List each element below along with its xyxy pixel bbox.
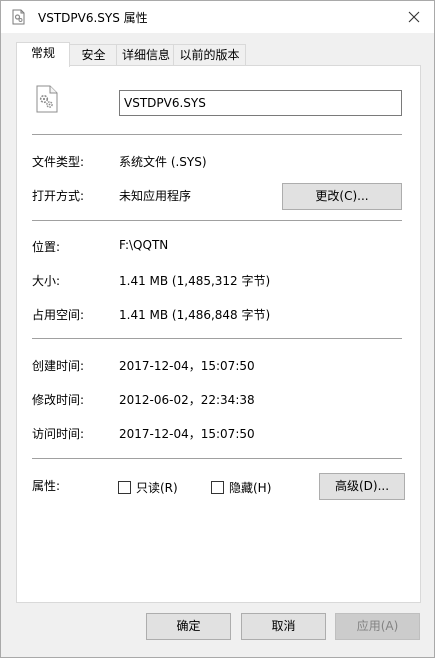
title-bar: VSTDPV6.SYS 属性 — [1, 1, 434, 33]
cancel-button[interactable]: 取消 — [241, 613, 326, 640]
system-file-icon — [12, 9, 25, 25]
file-type-value: 系统文件 (.SYS) — [119, 155, 207, 169]
ok-button[interactable]: 确定 — [146, 613, 231, 640]
close-button[interactable] — [394, 1, 434, 33]
apply-button[interactable]: 应用(A) — [335, 613, 420, 640]
readonly-checkbox[interactable]: 只读(R) — [118, 479, 178, 496]
size-value: 1.41 MB (1,485,312 字节) — [119, 274, 271, 288]
advanced-button[interactable]: 高级(D)... — [319, 473, 405, 500]
tab-security[interactable]: 安全 — [68, 44, 119, 66]
tab-previous-versions[interactable]: 以前的版本 — [173, 44, 246, 66]
opens-with-value: 未知应用程序 — [119, 189, 192, 203]
created-label: 创建时间: — [32, 359, 85, 373]
accessed-label: 访问时间: — [32, 427, 85, 441]
tab-details[interactable]: 详细信息 — [116, 44, 176, 66]
properties-window: VSTDPV6.SYS 属性 常规 安全 详细信息 以前的版本 VSTDPV6.… — [0, 0, 435, 658]
system-file-icon — [36, 85, 58, 113]
modified-value: 2012-06-02，22:34:38 — [119, 393, 255, 407]
window-title: VSTDPV6.SYS 属性 — [38, 11, 148, 25]
filename-field[interactable]: VSTDPV6.SYS — [119, 90, 402, 116]
hidden-checkbox-box[interactable] — [211, 481, 224, 494]
hidden-checkbox[interactable]: 隐藏(H) — [211, 479, 271, 496]
divider — [32, 220, 402, 221]
divider — [32, 338, 402, 339]
size-on-disk-label: 占用空间: — [32, 308, 85, 322]
file-type-label: 文件类型: — [32, 155, 85, 169]
divider — [32, 458, 402, 459]
size-label: 大小: — [32, 274, 61, 288]
hidden-checkbox-label: 隐藏(H) — [229, 481, 272, 495]
size-on-disk-value: 1.41 MB (1,486,848 字节) — [119, 308, 271, 322]
location-label: 位置: — [32, 240, 61, 254]
close-icon — [408, 11, 420, 23]
location-value: F:\QQTN — [119, 238, 169, 252]
divider — [32, 134, 402, 135]
attributes-label: 属性: — [32, 479, 61, 493]
opens-with-label: 打开方式: — [32, 189, 85, 203]
created-value: 2017-12-04，15:07:50 — [119, 359, 255, 373]
readonly-checkbox-box[interactable] — [118, 481, 131, 494]
tab-general[interactable]: 常规 — [16, 42, 70, 67]
accessed-value: 2017-12-04，15:07:50 — [119, 427, 255, 441]
readonly-checkbox-label: 只读(R) — [136, 481, 178, 495]
modified-label: 修改时间: — [32, 393, 85, 407]
change-button[interactable]: 更改(C)... — [282, 183, 402, 210]
general-panel — [16, 65, 421, 603]
